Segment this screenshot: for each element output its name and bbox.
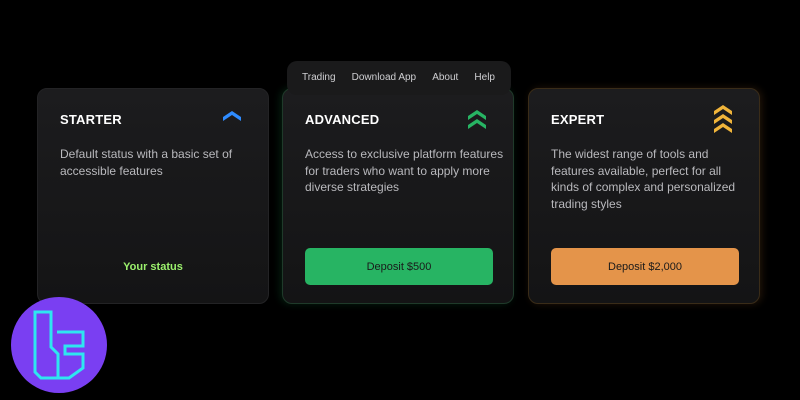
double-chevron-up-icon <box>467 109 487 136</box>
single-chevron-up-icon <box>222 109 242 130</box>
deposit-2000-button[interactable]: Deposit $2,000 <box>551 248 739 285</box>
nav-item-help[interactable]: Help <box>474 72 495 83</box>
nav-item-trading[interactable]: Trading <box>302 72 336 83</box>
advanced-title: ADVANCED <box>305 112 380 127</box>
advanced-card: ADVANCED Access to exclusive platform fe… <box>282 88 514 304</box>
triple-chevron-up-icon <box>713 105 733 140</box>
page: STARTER Default status with a basic set … <box>0 0 800 400</box>
nav-item-download-app[interactable]: Download App <box>352 72 417 83</box>
top-nav: Trading Download App About Help <box>287 61 511 95</box>
advanced-description: Access to exclusive platform features fo… <box>305 147 504 194</box>
status-label: Your status <box>123 261 183 273</box>
deposit-500-button[interactable]: Deposit $500 <box>305 248 493 285</box>
brand-logo-icon <box>11 297 107 393</box>
starter-title: STARTER <box>60 112 122 127</box>
starter-description: Default status with a basic set of acces… <box>60 147 233 178</box>
expert-title: EXPERT <box>551 112 605 127</box>
expert-card: EXPERT The widest range of tools and fea… <box>528 88 760 304</box>
nav-item-about[interactable]: About <box>432 72 458 83</box>
starter-card: STARTER Default status with a basic set … <box>37 88 269 304</box>
expert-description: The widest range of tools and features a… <box>551 147 736 211</box>
